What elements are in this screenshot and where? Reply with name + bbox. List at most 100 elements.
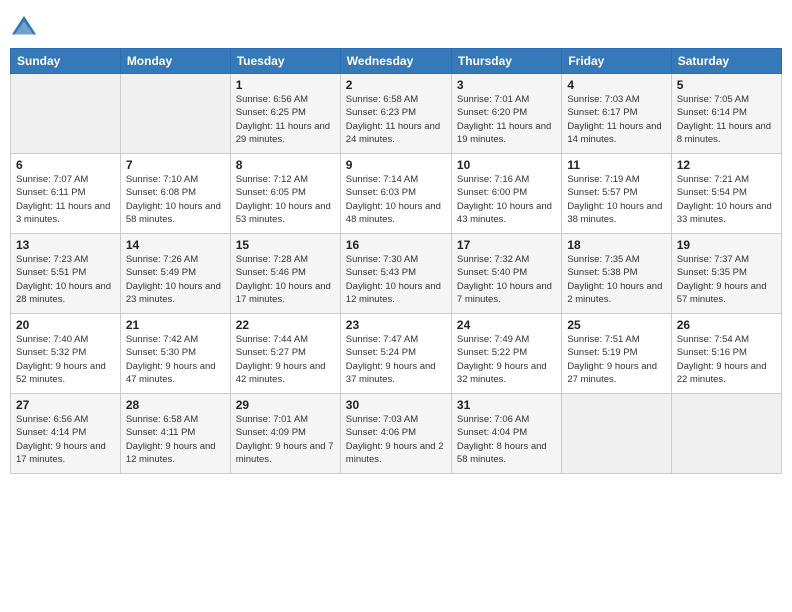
calendar-cell: 31Sunrise: 7:06 AM Sunset: 4:04 PM Dayli… (451, 394, 561, 474)
calendar-cell: 11Sunrise: 7:19 AM Sunset: 5:57 PM Dayli… (562, 154, 671, 234)
column-header-wednesday: Wednesday (340, 49, 451, 74)
calendar-cell (11, 74, 121, 154)
day-number: 24 (457, 318, 556, 332)
calendar-cell: 16Sunrise: 7:30 AM Sunset: 5:43 PM Dayli… (340, 234, 451, 314)
day-number: 1 (236, 78, 335, 92)
day-number: 22 (236, 318, 335, 332)
day-info: Sunrise: 7:03 AM Sunset: 4:06 PM Dayligh… (346, 413, 446, 466)
day-info: Sunrise: 7:14 AM Sunset: 6:03 PM Dayligh… (346, 173, 446, 226)
day-info: Sunrise: 7:28 AM Sunset: 5:46 PM Dayligh… (236, 253, 335, 306)
day-number: 29 (236, 398, 335, 412)
calendar-cell: 8Sunrise: 7:12 AM Sunset: 6:05 PM Daylig… (230, 154, 340, 234)
calendar-cell: 29Sunrise: 7:01 AM Sunset: 4:09 PM Dayli… (230, 394, 340, 474)
day-number: 6 (16, 158, 115, 172)
calendar-cell: 23Sunrise: 7:47 AM Sunset: 5:24 PM Dayli… (340, 314, 451, 394)
calendar-week-row: 1Sunrise: 6:56 AM Sunset: 6:25 PM Daylig… (11, 74, 782, 154)
calendar-cell: 6Sunrise: 7:07 AM Sunset: 6:11 PM Daylig… (11, 154, 121, 234)
day-info: Sunrise: 6:56 AM Sunset: 6:25 PM Dayligh… (236, 93, 335, 146)
column-header-thursday: Thursday (451, 49, 561, 74)
day-number: 25 (567, 318, 665, 332)
calendar-cell: 18Sunrise: 7:35 AM Sunset: 5:38 PM Dayli… (562, 234, 671, 314)
logo-icon (10, 14, 38, 42)
day-info: Sunrise: 6:58 AM Sunset: 4:11 PM Dayligh… (126, 413, 225, 466)
day-number: 19 (677, 238, 776, 252)
day-info: Sunrise: 7:42 AM Sunset: 5:30 PM Dayligh… (126, 333, 225, 386)
day-info: Sunrise: 7:51 AM Sunset: 5:19 PM Dayligh… (567, 333, 665, 386)
day-number: 3 (457, 78, 556, 92)
day-number: 9 (346, 158, 446, 172)
calendar-cell: 3Sunrise: 7:01 AM Sunset: 6:20 PM Daylig… (451, 74, 561, 154)
day-info: Sunrise: 7:10 AM Sunset: 6:08 PM Dayligh… (126, 173, 225, 226)
day-number: 10 (457, 158, 556, 172)
calendar-week-row: 27Sunrise: 6:56 AM Sunset: 4:14 PM Dayli… (11, 394, 782, 474)
calendar-cell: 2Sunrise: 6:58 AM Sunset: 6:23 PM Daylig… (340, 74, 451, 154)
day-number: 11 (567, 158, 665, 172)
calendar-cell: 21Sunrise: 7:42 AM Sunset: 5:30 PM Dayli… (120, 314, 230, 394)
calendar-week-row: 20Sunrise: 7:40 AM Sunset: 5:32 PM Dayli… (11, 314, 782, 394)
calendar-cell: 26Sunrise: 7:54 AM Sunset: 5:16 PM Dayli… (671, 314, 781, 394)
day-number: 21 (126, 318, 225, 332)
day-number: 31 (457, 398, 556, 412)
calendar-cell: 14Sunrise: 7:26 AM Sunset: 5:49 PM Dayli… (120, 234, 230, 314)
calendar-cell: 20Sunrise: 7:40 AM Sunset: 5:32 PM Dayli… (11, 314, 121, 394)
day-info: Sunrise: 6:56 AM Sunset: 4:14 PM Dayligh… (16, 413, 115, 466)
day-info: Sunrise: 7:49 AM Sunset: 5:22 PM Dayligh… (457, 333, 556, 386)
calendar-table: SundayMondayTuesdayWednesdayThursdayFrid… (10, 48, 782, 474)
day-number: 2 (346, 78, 446, 92)
day-info: Sunrise: 7:23 AM Sunset: 5:51 PM Dayligh… (16, 253, 115, 306)
column-header-monday: Monday (120, 49, 230, 74)
day-info: Sunrise: 7:01 AM Sunset: 6:20 PM Dayligh… (457, 93, 556, 146)
column-header-tuesday: Tuesday (230, 49, 340, 74)
day-info: Sunrise: 7:30 AM Sunset: 5:43 PM Dayligh… (346, 253, 446, 306)
day-info: Sunrise: 7:05 AM Sunset: 6:14 PM Dayligh… (677, 93, 776, 146)
day-info: Sunrise: 7:32 AM Sunset: 5:40 PM Dayligh… (457, 253, 556, 306)
day-info: Sunrise: 7:40 AM Sunset: 5:32 PM Dayligh… (16, 333, 115, 386)
day-number: 30 (346, 398, 446, 412)
day-number: 26 (677, 318, 776, 332)
calendar-cell (671, 394, 781, 474)
day-number: 18 (567, 238, 665, 252)
day-number: 12 (677, 158, 776, 172)
day-info: Sunrise: 7:01 AM Sunset: 4:09 PM Dayligh… (236, 413, 335, 466)
day-info: Sunrise: 7:47 AM Sunset: 5:24 PM Dayligh… (346, 333, 446, 386)
day-number: 13 (16, 238, 115, 252)
day-number: 7 (126, 158, 225, 172)
calendar-cell: 30Sunrise: 7:03 AM Sunset: 4:06 PM Dayli… (340, 394, 451, 474)
calendar-cell (120, 74, 230, 154)
day-info: Sunrise: 7:54 AM Sunset: 5:16 PM Dayligh… (677, 333, 776, 386)
column-header-sunday: Sunday (11, 49, 121, 74)
calendar-cell: 24Sunrise: 7:49 AM Sunset: 5:22 PM Dayli… (451, 314, 561, 394)
day-info: Sunrise: 7:35 AM Sunset: 5:38 PM Dayligh… (567, 253, 665, 306)
calendar-cell: 5Sunrise: 7:05 AM Sunset: 6:14 PM Daylig… (671, 74, 781, 154)
calendar-cell: 19Sunrise: 7:37 AM Sunset: 5:35 PM Dayli… (671, 234, 781, 314)
day-number: 17 (457, 238, 556, 252)
calendar-cell: 13Sunrise: 7:23 AM Sunset: 5:51 PM Dayli… (11, 234, 121, 314)
calendar-cell (562, 394, 671, 474)
calendar-cell: 28Sunrise: 6:58 AM Sunset: 4:11 PM Dayli… (120, 394, 230, 474)
calendar-cell: 9Sunrise: 7:14 AM Sunset: 6:03 PM Daylig… (340, 154, 451, 234)
calendar-cell: 22Sunrise: 7:44 AM Sunset: 5:27 PM Dayli… (230, 314, 340, 394)
day-number: 16 (346, 238, 446, 252)
day-info: Sunrise: 7:12 AM Sunset: 6:05 PM Dayligh… (236, 173, 335, 226)
day-info: Sunrise: 7:16 AM Sunset: 6:00 PM Dayligh… (457, 173, 556, 226)
day-number: 4 (567, 78, 665, 92)
day-number: 15 (236, 238, 335, 252)
calendar-cell: 27Sunrise: 6:56 AM Sunset: 4:14 PM Dayli… (11, 394, 121, 474)
day-number: 5 (677, 78, 776, 92)
day-info: Sunrise: 7:21 AM Sunset: 5:54 PM Dayligh… (677, 173, 776, 226)
column-header-friday: Friday (562, 49, 671, 74)
calendar-cell: 7Sunrise: 7:10 AM Sunset: 6:08 PM Daylig… (120, 154, 230, 234)
calendar-cell: 17Sunrise: 7:32 AM Sunset: 5:40 PM Dayli… (451, 234, 561, 314)
day-info: Sunrise: 7:03 AM Sunset: 6:17 PM Dayligh… (567, 93, 665, 146)
day-info: Sunrise: 7:26 AM Sunset: 5:49 PM Dayligh… (126, 253, 225, 306)
day-number: 14 (126, 238, 225, 252)
logo (10, 14, 40, 42)
calendar-cell: 1Sunrise: 6:56 AM Sunset: 6:25 PM Daylig… (230, 74, 340, 154)
day-number: 8 (236, 158, 335, 172)
day-number: 28 (126, 398, 225, 412)
day-number: 27 (16, 398, 115, 412)
day-number: 20 (16, 318, 115, 332)
day-info: Sunrise: 7:07 AM Sunset: 6:11 PM Dayligh… (16, 173, 115, 226)
calendar-cell: 25Sunrise: 7:51 AM Sunset: 5:19 PM Dayli… (562, 314, 671, 394)
calendar-week-row: 13Sunrise: 7:23 AM Sunset: 5:51 PM Dayli… (11, 234, 782, 314)
